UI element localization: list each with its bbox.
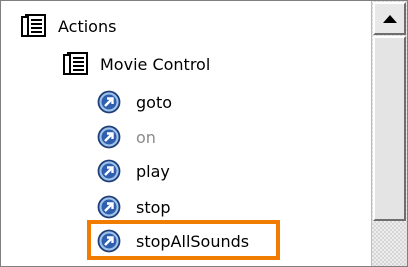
scroll-thumb[interactable] <box>373 36 406 221</box>
tree-item-on[interactable]: on <box>97 122 156 152</box>
actions-tree: Actions Movie Control goto on play stop … <box>1 1 371 266</box>
vertical-scrollbar[interactable] <box>371 1 407 266</box>
action-arrow-icon <box>97 90 121 114</box>
tree-item-label: Movie Control <box>100 54 211 74</box>
book-icon <box>21 14 47 38</box>
tree-item-actions[interactable]: Actions <box>21 11 116 41</box>
tree-item-label: Actions <box>58 16 117 36</box>
scroll-up-button[interactable] <box>373 2 406 35</box>
book-icon <box>63 52 89 76</box>
tree-item-stop[interactable]: stop <box>97 192 171 222</box>
actions-panel: Actions Movie Control goto on play stop … <box>0 0 408 267</box>
scroll-up-arrow-icon <box>382 14 397 23</box>
action-arrow-icon <box>97 195 121 219</box>
partial-book-icon <box>61 260 89 266</box>
tree-item-play[interactable]: play <box>97 156 170 186</box>
tree-item-label: play <box>136 161 170 181</box>
tree-item-label: goto <box>136 92 173 112</box>
action-arrow-icon <box>97 159 121 183</box>
tree-item-label: on <box>136 127 156 147</box>
tree-item-label: stop <box>136 197 171 217</box>
tree-item-goto[interactable]: goto <box>97 87 172 117</box>
tree-item-movie-control[interactable]: Movie Control <box>63 49 210 79</box>
highlight-box <box>87 220 280 260</box>
action-arrow-icon <box>97 125 121 149</box>
